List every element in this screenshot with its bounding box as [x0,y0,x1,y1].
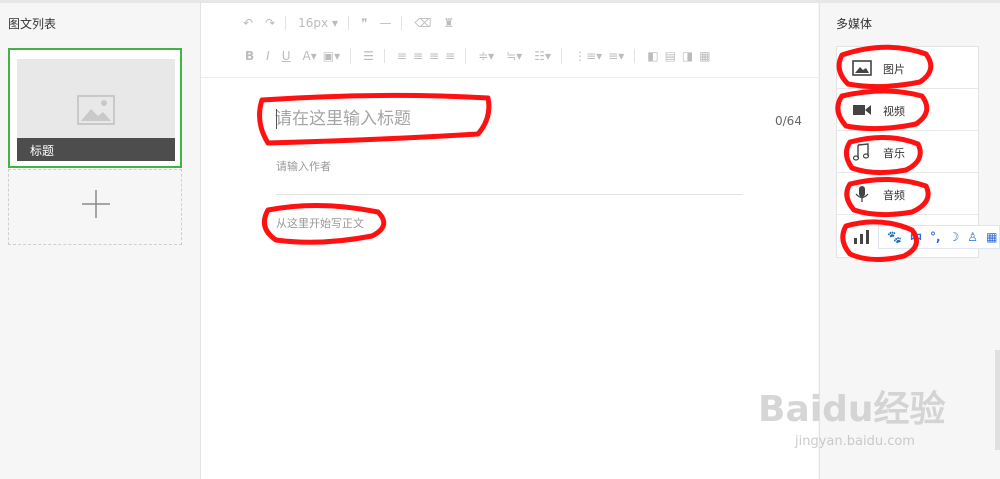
watermark-logo: Baidu经验 [758,389,946,430]
ime-toolbar[interactable]: 🐾 中 °, ☽ ♙ ▦ [878,225,1000,249]
body-editor[interactable]: 从这里开始写正文 [276,215,364,231]
align-right-icon[interactable]: ≡ [429,49,439,63]
media-item-audio[interactable]: 音频 [837,173,978,215]
ime-punctuation[interactable]: °, [930,230,941,244]
media-item-music[interactable]: 音乐 [837,131,978,173]
toolbar-separator [561,49,563,63]
card-title-bar: 标题 [17,138,175,161]
media-item-label: 音频 [883,189,905,202]
video-icon [853,105,871,115]
letter-spacing-icon[interactable]: ☷▾ [534,49,551,63]
align-justify-icon[interactable]: ≡ [445,49,455,63]
eraser-icon[interactable]: ⌫ [414,16,431,30]
title-input[interactable] [275,101,755,137]
baidu-watermark: Baidu经验 jingyan.baidu.com [740,372,960,462]
editor-area: ↶ ↷ 16px ▾ ❞ — ⌫ ♜ B I U A▾ ▣▾ ☰ ≡ ≡ ≡ ≡… [201,3,818,479]
italic-icon[interactable]: I [266,49,270,63]
image-placeholder-icon [77,95,115,125]
audio-icon [855,186,869,202]
ordered-list-icon[interactable]: ⋮≡▾ [574,49,602,63]
card-title: 标题 [30,144,55,158]
article-list-title: 图文列表 [8,17,57,31]
music-icon [852,143,870,161]
bold-icon[interactable]: B [245,49,254,63]
redo-icon[interactable]: ↷ [265,16,275,30]
author-divider [276,194,743,195]
paw-icon[interactable]: 🐾 [887,230,902,244]
float-left-icon[interactable]: ◧ [647,49,658,63]
undo-icon[interactable]: ↶ [243,16,253,30]
float-right-icon[interactable]: ◨ [682,49,693,63]
align-center-icon[interactable]: ≡ [413,49,423,63]
add-article-button[interactable] [8,169,182,245]
toolbar-separator [634,49,636,63]
float-none-icon[interactable]: ▤ [665,49,676,63]
font-size-select[interactable]: 16px ▾ [298,16,338,30]
title-char-count: 0/64 [775,114,802,128]
toolbar-separator [350,49,352,63]
underline-icon[interactable]: U [282,49,291,63]
media-item-video[interactable]: 视频 [837,89,978,131]
grid-icon[interactable]: ▦ [986,230,997,244]
toolbar-separator [465,49,467,63]
multimedia-title: 多媒体 [836,17,873,31]
plus-icon [82,190,110,218]
unordered-list-icon[interactable]: ≡▾ [608,49,624,63]
toolbar-separator [401,16,403,30]
format-brush-icon[interactable]: ♜ [443,16,454,30]
media-item-image[interactable]: 图片 [837,47,978,89]
quote-icon[interactable]: ❞ [361,16,367,30]
scrollbar-edge[interactable] [995,350,1000,450]
media-item-label: 视频 [883,105,905,118]
text-cursor [276,109,277,129]
cover-image-placeholder: 标题 [17,59,175,161]
indent-icon[interactable]: ☰ [363,49,374,63]
toolbar-divider [201,77,818,78]
table-icon[interactable]: ▦ [699,49,710,63]
paragraph-spacing-icon[interactable]: ≒▾ [506,49,522,63]
media-item-label: 图片 [883,63,905,76]
user-icon[interactable]: ♙ [967,230,978,244]
article-card[interactable]: 标题 [8,48,182,168]
toolbar-separator [285,16,287,30]
font-size-value: 16px [298,16,329,30]
toolbar-row-1: ↶ ↷ 16px ▾ ❞ — ⌫ ♜ [201,8,818,38]
vote-icon [854,230,869,244]
moon-icon[interactable]: ☽ [949,230,960,244]
line-height-icon[interactable]: ≑▾ [478,49,494,63]
article-list-panel: 图文列表 标题 [0,3,201,479]
horizontal-rule-icon[interactable]: — [379,16,391,30]
ime-chinese-mode[interactable]: 中 [910,229,922,246]
toolbar-row-2: B I U A▾ ▣▾ ☰ ≡ ≡ ≡ ≡ ≑▾ ≒▾ ☷▾ ⋮≡▾ ≡▾ ◧ … [201,41,818,71]
watermark-url: jingyan.baidu.com [795,434,915,449]
media-item-label: 音乐 [883,147,905,160]
font-color-icon[interactable]: A▾ [303,49,317,63]
author-input[interactable] [276,155,576,177]
align-left-icon[interactable]: ≡ [397,49,407,63]
image-icon [852,60,872,76]
toolbar-separator [347,16,349,30]
background-color-icon[interactable]: ▣▾ [323,49,340,63]
toolbar-separator [383,49,385,63]
